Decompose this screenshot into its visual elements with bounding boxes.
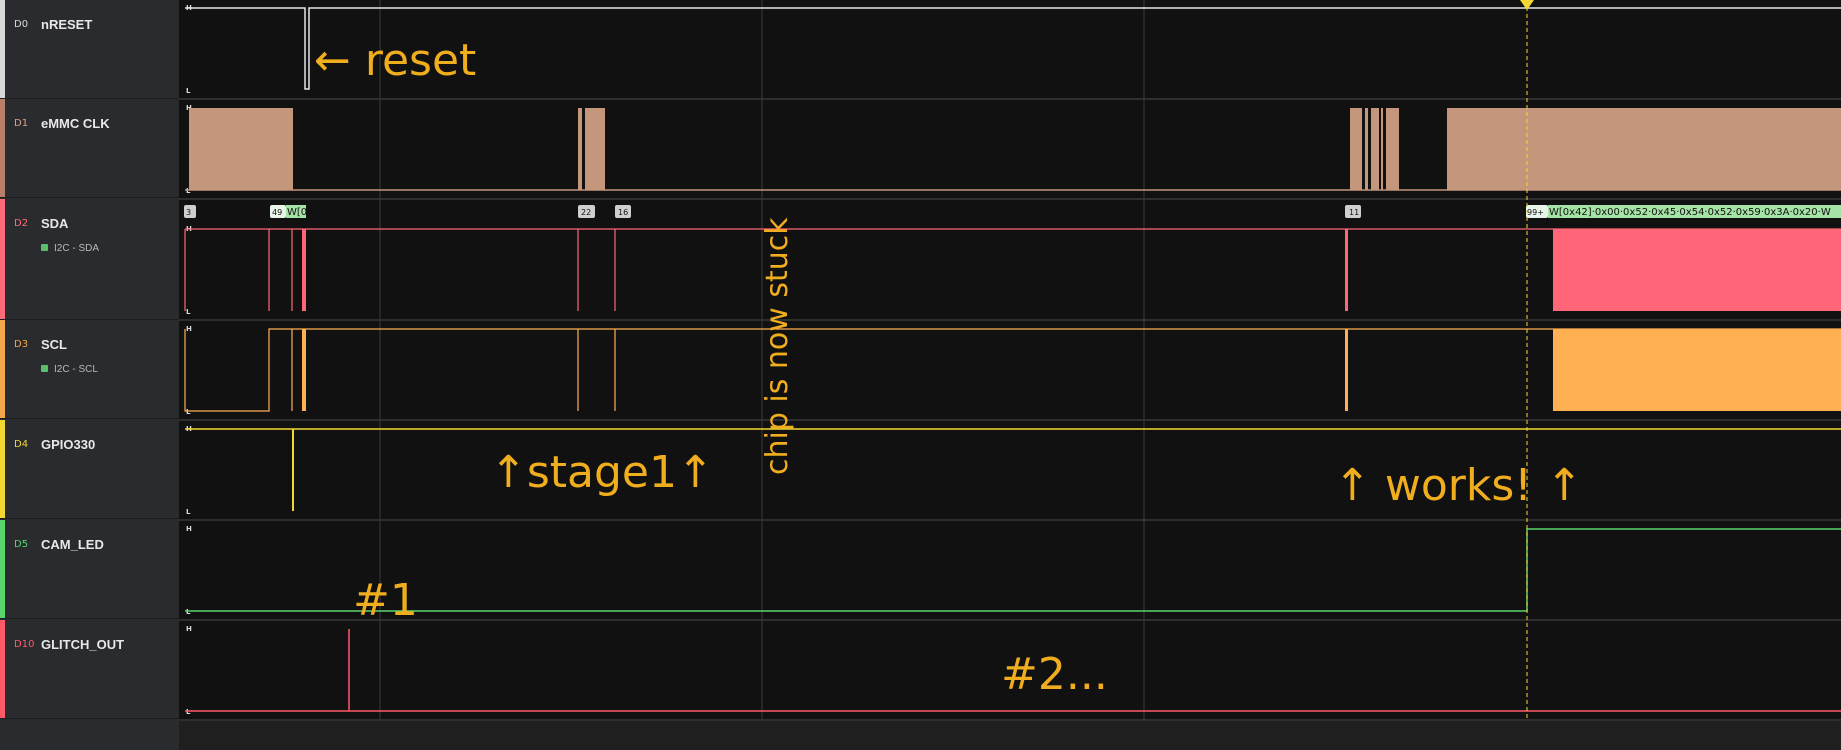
- i2c-frame-label: 22: [581, 208, 591, 217]
- level-low-label: L: [186, 508, 191, 516]
- level-low-label: L: [186, 408, 191, 416]
- level-low-label: L: [186, 87, 191, 95]
- level-low-label: L: [186, 708, 191, 716]
- annotation-reset: ← reset: [314, 35, 476, 86]
- i2c-frame-label: 49: [272, 208, 282, 217]
- i2c-frame-label: W[0x42]·0x00·0x52·0x45·0x54·0x52·0x59·0x…: [1549, 207, 1831, 218]
- i2c-frame-label: 16: [618, 208, 628, 217]
- level-high-label: H: [186, 525, 192, 533]
- level-high-label: H: [186, 325, 192, 333]
- annotation-glitch-2: #2...: [1001, 649, 1108, 700]
- i2c-frame-label: 99+: [1527, 208, 1544, 217]
- waveform-view[interactable]: H L H L H L H L H L H L H L 3: [0, 0, 1841, 750]
- level-low-label: L: [186, 308, 191, 316]
- i2c-frame-label: W[0: [287, 207, 307, 218]
- annotation-glitch-1: #1: [353, 575, 418, 626]
- timeline-footer: [179, 720, 1841, 750]
- annotation-stuck: chip is now stuck: [760, 217, 795, 475]
- level-low-label: L: [186, 608, 191, 616]
- annotation-stage1: ↑stage1↑: [490, 447, 714, 498]
- i2c-frame-label: 11: [1349, 208, 1359, 217]
- i2c-frame-label: 3: [186, 208, 191, 217]
- level-high-label: H: [186, 625, 192, 633]
- annotation-works: ↑ works! ↑: [1334, 460, 1583, 511]
